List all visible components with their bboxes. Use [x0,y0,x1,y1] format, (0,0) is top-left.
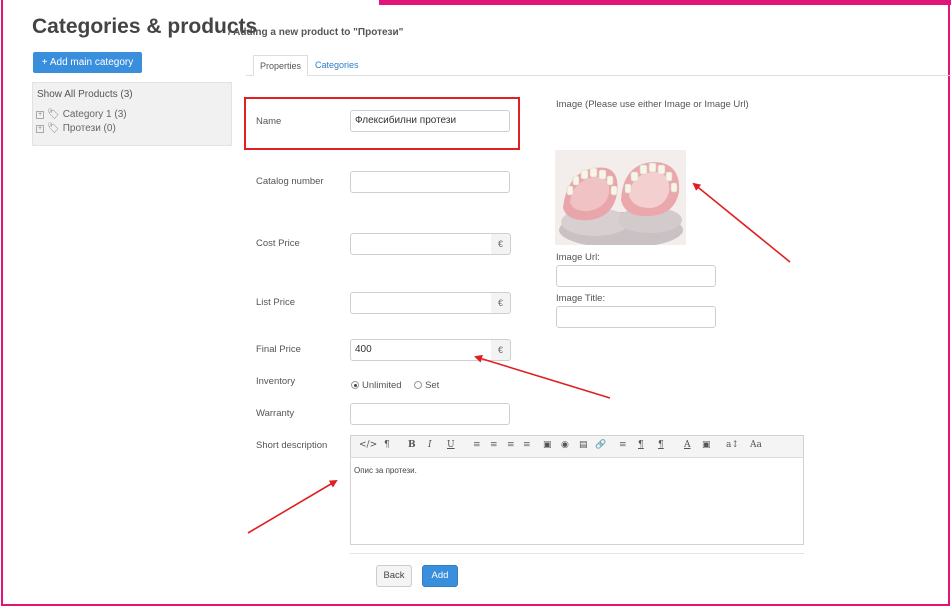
ordered-list-icon[interactable]: ≡ [490,440,498,450]
tree-item-proteses[interactable]: + 🏷 Протези (0) [36,123,116,134]
inventory-label: Inventory [256,376,296,387]
denture-image [555,150,686,245]
cost-price-input[interactable] [350,233,492,255]
show-all-products-link[interactable]: Show All Products (3) [37,89,133,100]
warranty-input[interactable] [350,403,510,425]
image-url-label: Image Url: [556,252,600,263]
tag-icon: 🏷 [47,109,60,120]
editor-content[interactable]: Опис за протези. [354,466,417,475]
indent-icon[interactable]: ≡ [523,440,531,450]
cost-price-label: Cost Price [256,238,300,249]
font-family-icon[interactable]: Aa [750,440,762,450]
radio-set-label: Set [425,380,440,391]
category-tree-panel: Show All Products (3) + 🏷 Category 1 (3) +… [32,82,232,146]
final-currency-addon: € [491,339,511,361]
inventory-set-option[interactable]: Set [414,375,439,392]
rtl-icon[interactable]: ¶ [658,440,664,450]
short-description-editor[interactable]: </> ¶ B I U ≡ ≡ ≡ ≡ ▣ ◉ ▤ 🔗 ≡ ¶ ¶ A ▣ a↕… [350,435,804,545]
bold-icon[interactable]: B [408,440,416,450]
radio-unlimited-label: Unlimited [362,380,402,391]
align-icon[interactable]: ≡ [619,440,627,450]
add-button[interactable]: Add [422,565,458,587]
tree-item-label: Category 1 (3) [62,109,127,120]
final-price-input[interactable]: 400 [350,339,492,361]
name-input[interactable]: Флексибилни протези [350,110,510,132]
code-view-icon[interactable]: </> [359,440,377,450]
radio-set[interactable] [414,381,423,389]
outdent-icon[interactable]: ≡ [507,440,515,450]
link-icon[interactable]: 🔗 [595,440,606,450]
list-price-input[interactable] [350,292,492,314]
inventory-unlimited-option[interactable]: Unlimited [351,375,402,392]
catalog-number-label: Catalog number [256,176,324,187]
tab-properties[interactable]: Properties [253,55,308,76]
radio-unlimited[interactable] [351,381,359,389]
image-title-input[interactable] [556,306,716,328]
tree-item-label: Протези (0) [62,123,116,134]
back-button[interactable]: Back [376,565,412,587]
table-icon[interactable]: ▤ [579,440,588,450]
image-url-input[interactable] [556,265,716,287]
tag-icon: 🏷 [47,123,60,134]
video-icon[interactable]: ◉ [561,440,569,450]
tree-item-category-1[interactable]: + 🏷 Category 1 (3) [36,109,127,120]
ltr-icon[interactable]: ¶ [638,440,644,450]
short-description-label: Short description [256,440,328,451]
paragraph-icon[interactable]: ¶ [384,440,390,450]
final-price-label: Final Price [256,344,301,355]
italic-icon[interactable]: I [428,440,432,450]
underline-icon[interactable]: U [447,440,455,450]
image-hint: Image (Please use either Image or Image … [556,99,749,110]
image-title-label: Image Title: [556,293,606,304]
cost-currency-addon: € [491,233,511,255]
product-image [555,150,686,245]
catalog-number-input[interactable] [350,171,510,193]
expand-icon[interactable]: + [36,125,44,133]
add-main-category-button[interactable]: + Add main category [33,52,142,73]
warranty-label: Warranty [256,408,295,419]
font-color-icon[interactable]: A [684,440,691,450]
list-currency-addon: € [491,292,511,314]
image-icon[interactable]: ▣ [543,440,552,450]
background-color-icon[interactable]: ▣ [702,440,711,450]
inventory-radio-group: Unlimited Set [351,375,439,393]
page-subtitle: / Adding a new product to "Протези" [228,27,404,38]
expand-icon[interactable]: + [36,111,44,119]
tab-categories[interactable]: Categories [309,55,365,76]
font-size-icon[interactable]: a↕ [726,440,739,450]
form-actions-divider [350,553,804,554]
page-title: Categories & products [32,15,258,38]
unordered-list-icon[interactable]: ≡ [473,440,481,450]
name-label: Name [256,116,282,127]
editor-toolbar: </> ¶ B I U ≡ ≡ ≡ ≡ ▣ ◉ ▤ 🔗 ≡ ¶ ¶ A ▣ a↕… [351,436,803,458]
list-price-label: List Price [256,297,296,308]
